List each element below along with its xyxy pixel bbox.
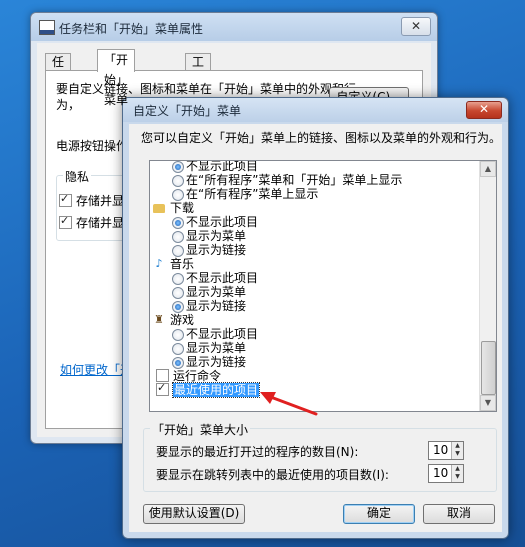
scroll-up-arrow-icon[interactable]: ▲: [480, 161, 496, 177]
radio-option[interactable]: 显示为菜单: [150, 285, 480, 299]
ok-button[interactable]: 确定: [343, 504, 415, 524]
radio-button[interactable]: [172, 343, 184, 355]
radio-option[interactable]: 在“所有程序”菜单上显示: [150, 187, 480, 201]
category-label: 下载: [170, 201, 195, 215]
radio-option-label: 显示为菜单: [186, 229, 247, 243]
radio-button[interactable]: [172, 189, 184, 201]
privacy-option-2[interactable]: 存储并显: [59, 214, 124, 231]
checkbox-option[interactable]: 运行命令: [150, 369, 480, 383]
taskbar-properties-titlebar[interactable]: 任务栏和「开始」菜单属性 ✕: [31, 13, 437, 41]
radio-option-label: 在“所有程序”菜单和「开始」菜单上显示: [186, 173, 403, 187]
radio-option[interactable]: 不显示此项目: [150, 327, 480, 341]
radio-button[interactable]: [172, 175, 184, 187]
folder-icon: [153, 204, 165, 213]
radio-option[interactable]: 不显示此项目: [150, 160, 480, 173]
privacy-checkbox-1[interactable]: [59, 192, 72, 207]
radio-button[interactable]: [172, 301, 184, 313]
options-scrollbar[interactable]: ▲ ▼: [479, 161, 496, 411]
radio-option[interactable]: 显示为菜单: [150, 229, 480, 243]
music-note-icon: ♪: [155, 257, 163, 270]
privacy-checkbox-2[interactable]: [59, 214, 72, 229]
recent-programs-label: 要显示的最近打开过的程序的数目(N):: [156, 445, 359, 459]
radio-option-label: 不显示此项目: [186, 327, 259, 341]
radio-button[interactable]: [172, 245, 184, 257]
spinner-arrows-icon[interactable]: ▲ ▼: [451, 442, 463, 459]
radio-option[interactable]: 显示为链接: [150, 355, 480, 369]
radio-option-label: 显示为菜单: [186, 285, 247, 299]
dialog-titlebar[interactable]: 自定义「开始」菜单 ✕: [123, 98, 508, 122]
radio-option[interactable]: 不显示此项目: [150, 271, 480, 285]
annotation-arrow-icon: [260, 392, 318, 416]
cancel-button[interactable]: 取消: [423, 504, 495, 524]
start-menu-size-group: 「开始」菜单大小 要显示的最近打开过的程序的数目(N): 10 ▲ ▼ 要显示在跳…: [143, 421, 497, 492]
recent-programs-value[interactable]: 10: [433, 443, 448, 457]
category-heading: ♪ 音乐: [150, 257, 480, 271]
category-label: 游戏: [170, 313, 195, 327]
tab-start-menu[interactable]: 「开始」菜单: [97, 49, 136, 107]
power-button-label: 电源按钮操作: [56, 139, 129, 153]
customize-start-menu-dialog: 自定义「开始」菜单 ✕ 您可以自定义「开始」菜单上的链接、图标以及菜单的外观和行…: [122, 97, 509, 539]
radio-option-label: 不显示此项目: [186, 160, 259, 173]
dialog-close-button[interactable]: ✕: [466, 101, 502, 119]
category-heading: 下载: [150, 201, 480, 215]
radio-button[interactable]: [172, 217, 184, 229]
category-label: 音乐: [170, 257, 195, 271]
tab-toolbars[interactable]: 工具栏: [185, 53, 212, 103]
recent-programs-spinner[interactable]: 10 ▲ ▼: [428, 441, 464, 460]
use-default-settings-button[interactable]: 使用默认设置(D): [143, 504, 245, 524]
start-menu-size-title: 「开始」菜单大小: [150, 421, 251, 438]
checkbox-option-label: 最近使用的项目: [171, 382, 261, 398]
jumplist-items-spinner[interactable]: 10 ▲ ▼: [428, 464, 464, 483]
jumplist-items-value[interactable]: 10: [433, 466, 448, 480]
category-heading: ♜ 游戏: [150, 313, 480, 327]
radio-option[interactable]: 显示为链接: [150, 243, 480, 257]
dialog-title: 自定义「开始」菜单: [133, 104, 242, 118]
taskbar-properties-title: 任务栏和「开始」菜单属性: [59, 22, 204, 36]
radio-option[interactable]: 显示为链接: [150, 299, 480, 313]
tab-taskbar[interactable]: 任务栏: [45, 53, 72, 103]
radio-button[interactable]: [172, 273, 184, 285]
radio-button[interactable]: [172, 161, 184, 173]
radio-option[interactable]: 显示为菜单: [150, 341, 480, 355]
radio-option-label: 显示为链接: [186, 299, 247, 313]
radio-option-label: 不显示此项目: [186, 215, 259, 229]
radio-option-label: 在“所有程序”菜单上显示: [186, 187, 319, 201]
radio-option-label: 不显示此项目: [186, 271, 259, 285]
scroll-down-arrow-icon[interactable]: ▼: [480, 395, 496, 411]
radio-button[interactable]: [172, 231, 184, 243]
option-checkbox[interactable]: [156, 381, 169, 396]
checkbox-option-label: 运行命令: [173, 369, 222, 383]
radio-option-label: 显示为菜单: [186, 341, 247, 355]
radio-option[interactable]: 不显示此项目: [150, 215, 480, 229]
taskbar-properties-close-button[interactable]: ✕: [401, 17, 431, 36]
start-menu-options-list[interactable]: 不显示此项目 在“所有程序”菜单和「开始」菜单上显示 在“所有程序”菜单上显示 下载不…: [149, 160, 497, 412]
radio-button[interactable]: [172, 287, 184, 299]
taskbar-app-icon: [39, 20, 55, 35]
radio-option[interactable]: 在“所有程序”菜单和「开始」菜单上显示: [150, 173, 480, 187]
jumplist-items-label: 要显示在跳转列表中的最近使用的项目数(I):: [156, 468, 389, 482]
radio-button[interactable]: [172, 329, 184, 341]
spinner-arrows-icon[interactable]: ▲ ▼: [451, 465, 463, 482]
privacy-option-1[interactable]: 存储并显: [59, 192, 124, 209]
game-controller-icon: ♜: [154, 313, 164, 326]
privacy-group-title: 隐私: [63, 168, 92, 185]
options-list-items: 不显示此项目 在“所有程序”菜单和「开始」菜单上显示 在“所有程序”菜单上显示 下载不…: [150, 160, 480, 398]
radio-option-label: 显示为链接: [186, 243, 247, 257]
scroll-thumb[interactable]: [481, 341, 496, 395]
dialog-client: 您可以自定义「开始」菜单上的链接、图标以及菜单的外观和行为。 不显示此项目 在“所…: [129, 124, 502, 532]
dialog-intro-text: 您可以自定义「开始」菜单上的链接、图标以及菜单的外观和行为。: [141, 131, 502, 145]
radio-option-label: 显示为链接: [186, 355, 247, 369]
radio-button[interactable]: [172, 357, 184, 369]
